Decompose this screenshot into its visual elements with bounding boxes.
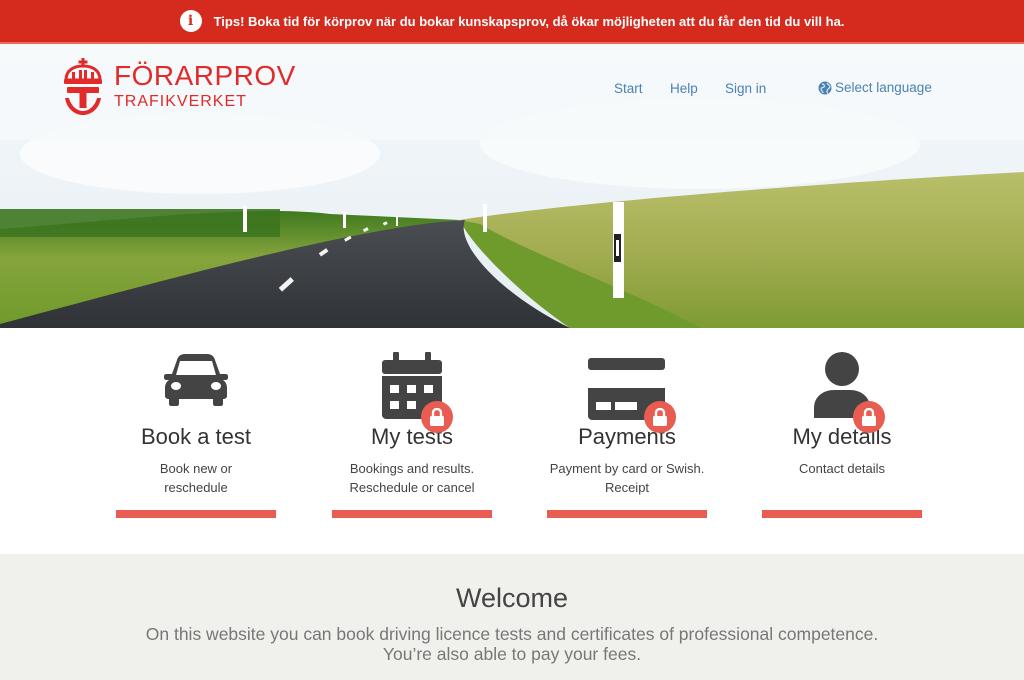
tips-banner: i Tips! Boka tid för körprov när du boka… bbox=[0, 0, 1024, 44]
welcome-title: Welcome bbox=[455, 583, 569, 613]
card-description-line: Reschedule or cancel bbox=[349, 480, 475, 495]
select-language-button[interactable]: Select language bbox=[818, 80, 932, 95]
nav-help-link[interactable]: Help bbox=[670, 81, 698, 96]
nav-sign-in-link[interactable]: Sign in bbox=[725, 81, 766, 96]
lock-badge bbox=[853, 401, 885, 433]
select-language-label: Select language bbox=[835, 80, 932, 95]
lock-badge bbox=[421, 401, 453, 433]
card-accent-bar bbox=[762, 510, 922, 518]
card-payments[interactable]: Payments Payment by card or Swish. Recei… bbox=[547, 328, 707, 518]
card-accent-bar bbox=[332, 510, 492, 518]
card-description: Contact details bbox=[762, 459, 922, 497]
lock-icon bbox=[653, 408, 667, 426]
logo[interactable]: FÖRARPROV TRAFIKVERKET bbox=[62, 58, 296, 116]
welcome-section: Welcome On this website you can book dri… bbox=[0, 554, 1024, 680]
card-description-line: Receipt bbox=[604, 480, 650, 495]
car-icon bbox=[164, 354, 228, 406]
welcome-text-line: You’re also able to pay your fees. bbox=[382, 644, 642, 664]
card-accent-bar bbox=[116, 510, 276, 518]
card-description: Book new or reschedule bbox=[116, 459, 276, 497]
nav-start-link[interactable]: Start bbox=[614, 81, 643, 96]
logo-subtitle: TRAFIKVERKET bbox=[114, 93, 247, 110]
card-title: My details bbox=[792, 424, 892, 449]
lock-icon bbox=[430, 408, 444, 426]
card-title: Book a test bbox=[140, 424, 252, 449]
card-description-line: Payment by card or Swish. bbox=[549, 461, 705, 476]
card-description-line: Contact details bbox=[799, 461, 885, 476]
logo-title: FÖRARPROV bbox=[114, 60, 296, 91]
card-my-tests[interactable]: My tests Bookings and results. Reschedul… bbox=[332, 328, 492, 518]
card-accent-bar bbox=[547, 510, 707, 518]
globe-icon bbox=[818, 81, 832, 94]
card-description: Bookings and results. Reschedule or canc… bbox=[332, 459, 492, 497]
welcome-text: On this website you can book driving lic… bbox=[0, 624, 1024, 664]
tips-text: Tips! Boka tid för körprov när du bokar … bbox=[213, 13, 845, 29]
card-title: Payments bbox=[578, 424, 676, 449]
lock-badge bbox=[644, 401, 676, 433]
lock-icon bbox=[862, 408, 876, 426]
crown-t-icon bbox=[64, 58, 102, 115]
service-cards: Book a test Book new or reschedule My te… bbox=[0, 328, 1024, 554]
card-description-line: Bookings and results. bbox=[349, 461, 475, 476]
card-title: My tests bbox=[371, 424, 453, 449]
card-book-a-test[interactable]: Book a test Book new or reschedule bbox=[116, 328, 276, 518]
card-description: Payment by card or Swish. Receipt bbox=[547, 459, 707, 497]
welcome-text-line: On this website you can book driving lic… bbox=[145, 624, 879, 644]
info-icon: i bbox=[179, 10, 202, 32]
card-my-details[interactable]: My details Contact details bbox=[762, 328, 922, 518]
card-description-line: Book new or bbox=[159, 461, 233, 476]
card-description-line: reschedule bbox=[164, 480, 228, 495]
